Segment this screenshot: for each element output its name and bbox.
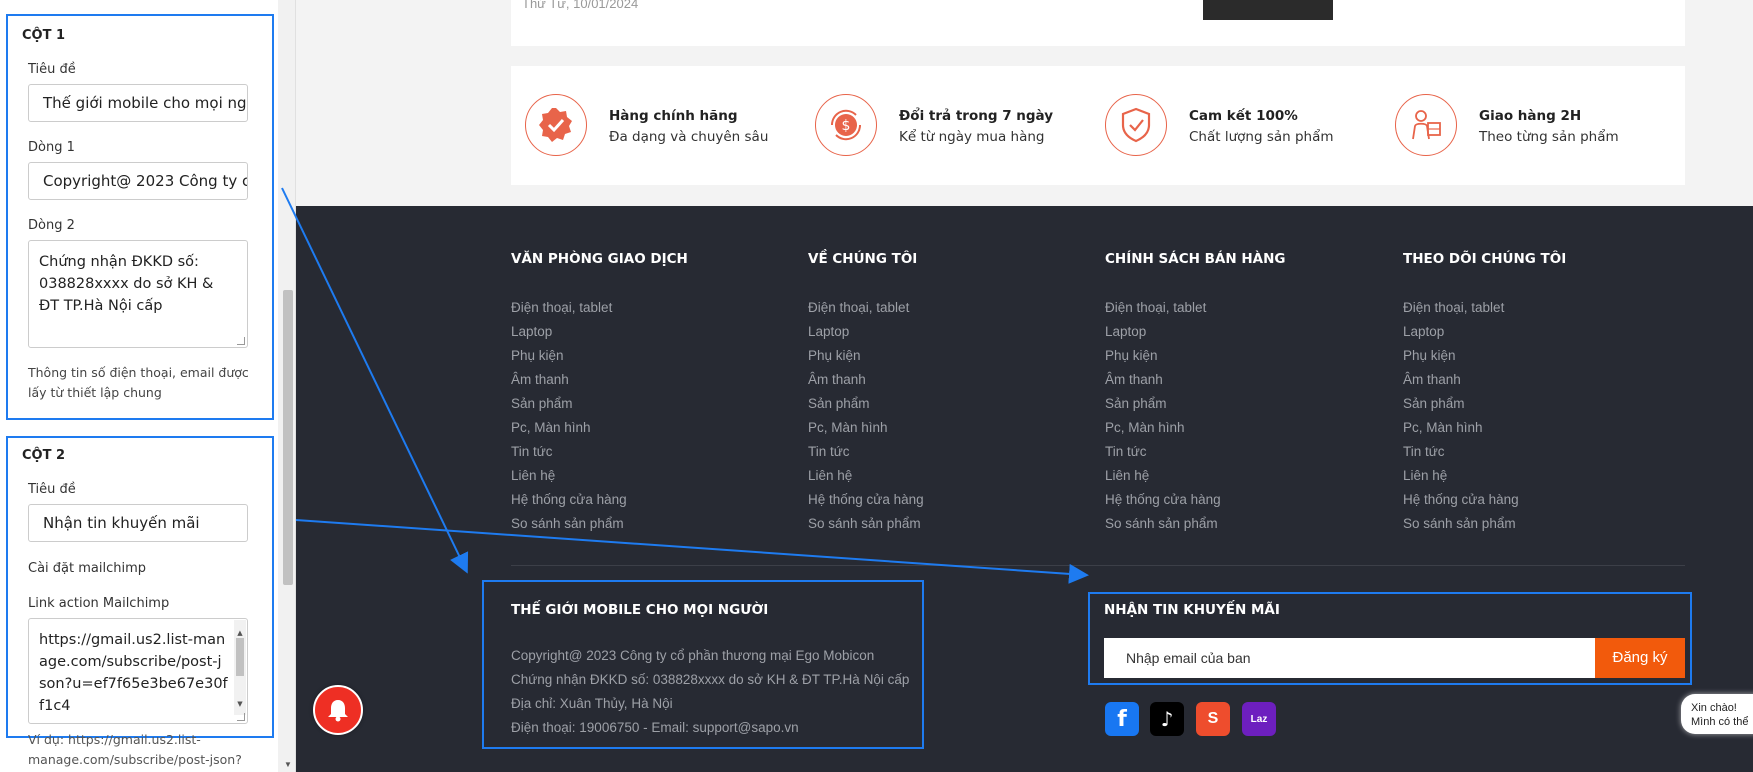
arrow-col2-to-newsletter: [295, 519, 1089, 584]
annotation-arrows: [281, 187, 1089, 584]
arrow-col1-to-about: [281, 187, 469, 574]
